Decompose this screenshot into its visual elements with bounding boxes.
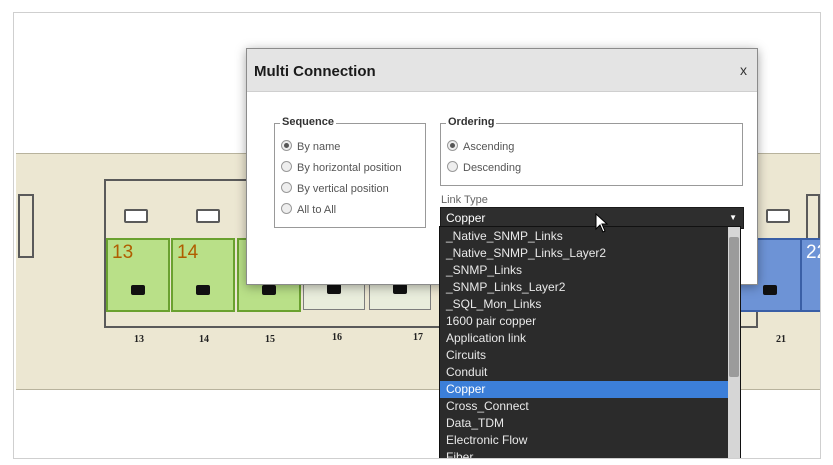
left-bracket	[18, 194, 34, 258]
port-14[interactable]: 14	[171, 238, 235, 312]
radio-button[interactable]	[447, 161, 458, 172]
panel-handle	[124, 209, 148, 223]
dropdown-option[interactable]: Fiber	[440, 449, 732, 458]
close-button[interactable]: x	[740, 62, 747, 78]
port-jack	[327, 284, 341, 294]
port-label: 17	[413, 332, 423, 343]
port-jack	[763, 285, 777, 295]
port-label: 15	[265, 334, 275, 345]
dropdown-option[interactable]: Data_TDM	[440, 415, 732, 432]
panel-handle	[766, 209, 790, 223]
port-number: 22	[806, 242, 820, 263]
radio-by-name[interactable]: By name	[281, 140, 340, 153]
dropdown-option[interactable]: Circuits	[440, 347, 732, 364]
radio-all-to-all[interactable]: All to All	[281, 203, 336, 216]
radio-label: Descending	[463, 162, 522, 174]
port-label: 14	[199, 334, 209, 345]
radio-button[interactable]	[281, 161, 292, 172]
radio-ascending[interactable]: Ascending	[447, 140, 514, 153]
sequence-group: Sequence By name By horizontal position …	[274, 116, 426, 228]
dropdown-option[interactable]: 1600 pair copper	[440, 313, 732, 330]
radio-descending[interactable]: Descending	[447, 161, 521, 174]
port-label: 21	[776, 334, 786, 345]
link-type-label: Link Type	[441, 194, 488, 206]
select-value: Copper	[446, 211, 486, 225]
radio-button[interactable]	[281, 182, 292, 193]
dropdown-option[interactable]: _SNMP_Links_Layer2	[440, 279, 732, 296]
radio-button[interactable]	[281, 203, 292, 214]
dropdown-option[interactable]: Conduit	[440, 364, 732, 381]
port-13[interactable]: 13	[106, 238, 170, 312]
arrow-cursor-icon	[595, 213, 609, 233]
panel-handle	[196, 209, 220, 223]
port-jack	[393, 284, 407, 294]
port-number: 13	[112, 242, 134, 263]
link-type-dropdown[interactable]: _Native_SNMP_Links _Native_SNMP_Links_La…	[439, 226, 741, 458]
screenshot-frame: 13 14 22 13 14 15 16 17 21 Mult	[13, 12, 821, 459]
ordering-legend: Ordering	[446, 116, 497, 128]
dialog-title: Multi Connection	[254, 63, 376, 80]
dropdown-option[interactable]: Application link	[440, 330, 732, 347]
scrollbar-thumb[interactable]	[729, 237, 739, 377]
dropdown-option[interactable]: _Native_SNMP_Links_Layer2	[440, 245, 732, 262]
dropdown-option[interactable]: Cross_Connect	[440, 398, 732, 415]
port-jack	[196, 285, 210, 295]
radio-label: All to All	[297, 204, 337, 216]
port-22[interactable]: 22	[800, 238, 820, 312]
radio-by-horizontal-position[interactable]: By horizontal position	[281, 161, 402, 174]
radio-button-selected[interactable]	[447, 140, 458, 151]
port-number: 14	[177, 242, 199, 263]
dropdown-option[interactable]: _SQL_Mon_Links	[440, 296, 732, 313]
radio-label: By vertical position	[297, 183, 389, 195]
radio-button-selected[interactable]	[281, 140, 292, 151]
port-jack	[131, 285, 145, 295]
dropdown-scrollbar[interactable]	[728, 227, 740, 458]
radio-label: By name	[297, 141, 341, 153]
dialog-titlebar[interactable]: Multi Connection x	[247, 49, 757, 92]
dropdown-option[interactable]: _SNMP_Links	[440, 262, 732, 279]
port-jack	[262, 285, 276, 295]
radio-label: Ascending	[463, 141, 515, 153]
port-label: 13	[134, 334, 144, 345]
port-label: 16	[332, 332, 342, 343]
radio-by-vertical-position[interactable]: By vertical position	[281, 182, 389, 195]
dropdown-option-selected[interactable]: Copper	[440, 381, 732, 398]
dropdown-option[interactable]: _Native_SNMP_Links	[440, 228, 732, 245]
sequence-legend: Sequence	[280, 116, 336, 128]
chevron-down-icon[interactable]: ▼	[729, 208, 737, 228]
radio-label: By horizontal position	[297, 162, 402, 174]
ordering-group: Ordering Ascending Descending	[440, 116, 743, 186]
dropdown-option[interactable]: Electronic Flow	[440, 432, 732, 449]
